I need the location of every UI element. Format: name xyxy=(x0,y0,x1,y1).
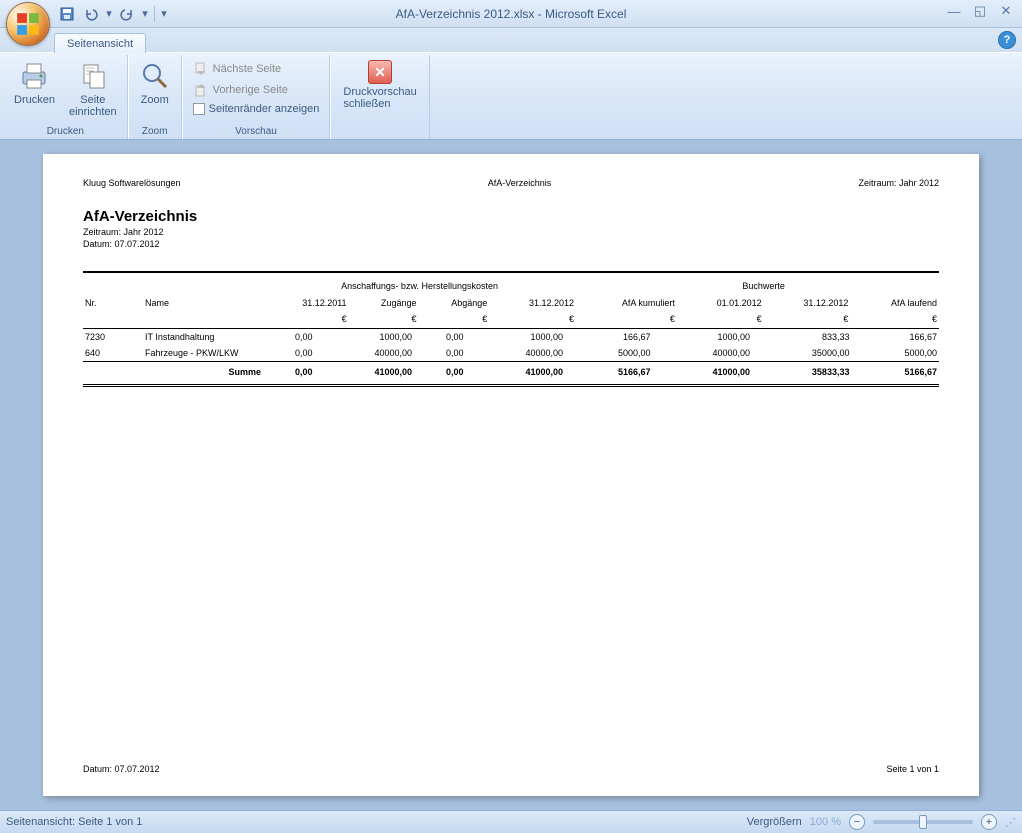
window-controls: — ◱ ✕ xyxy=(942,2,1018,20)
zoom-out-button[interactable]: − xyxy=(849,814,865,830)
col-bw-end: 31.12.2012 xyxy=(764,294,851,311)
rule-bottom xyxy=(83,384,939,387)
col-end: 31.12.2012 xyxy=(489,294,576,311)
save-button[interactable] xyxy=(56,3,78,25)
table-row: 7230 IT Instandhaltung 0,00 1000,00 0,00… xyxy=(83,329,939,345)
ribbon-group-print: Drucken Seiteeinrichten Drucken xyxy=(4,55,128,139)
preview-page: Kluug Softwarelösungen AfA-Verzeichnis Z… xyxy=(43,154,979,796)
col-group-bookvalue: Buchwerte xyxy=(677,275,851,294)
page-footer-right: Seite 1 von 1 xyxy=(886,764,939,774)
quick-access-toolbar: ▾ ▾ ▾ xyxy=(56,3,169,25)
print-label: Drucken xyxy=(14,94,55,106)
save-icon xyxy=(60,7,74,21)
page-header: Kluug Softwarelösungen AfA-Verzeichnis Z… xyxy=(83,178,939,188)
zoom-slider[interactable] xyxy=(873,820,973,824)
statusbar: Seitenansicht: Seite 1 von 1 Vergrößern … xyxy=(0,810,1022,833)
prev-page-icon xyxy=(193,82,209,98)
table-row: 640 Fahrzeuge - PKW/LKW 0,00 40000,00 0,… xyxy=(83,345,939,361)
close-icon: ✕ xyxy=(368,60,392,84)
page-footer: Datum: 07.07.2012 Seite 1 von 1 xyxy=(83,764,939,774)
undo-icon xyxy=(84,7,98,21)
status-page-indicator: Seitenansicht: Seite 1 von 1 xyxy=(6,816,142,828)
close-button[interactable]: ✕ xyxy=(994,2,1018,20)
zoom-button[interactable]: Zoom xyxy=(133,57,177,125)
col-zug: Zugänge xyxy=(349,294,419,311)
page-header-center: AfA-Verzeichnis xyxy=(488,178,552,188)
checkbox-icon xyxy=(193,103,205,115)
close-preview-label: Druckvorschauschließen xyxy=(343,86,416,110)
page-setup-label: Seiteeinrichten xyxy=(69,94,117,118)
zoom-label: Zoom xyxy=(141,94,169,106)
page-footer-left: Datum: 07.07.2012 xyxy=(83,764,160,774)
printer-icon xyxy=(18,60,50,92)
report-date: Datum: 07.07.2012 xyxy=(83,239,939,249)
group-label-zoom: Zoom xyxy=(133,125,177,139)
office-button[interactable] xyxy=(6,2,50,46)
titlebar: ▾ ▾ ▾ AfA-Verzeichnis 2012.xlsx - Micros… xyxy=(0,0,1022,28)
ribbon-group-preview: Nächste Seite Vorherige Seite Seitenränd… xyxy=(182,55,331,139)
prev-page-label: Vorherige Seite xyxy=(213,84,288,96)
undo-button[interactable] xyxy=(80,3,102,25)
prev-page-button: Vorherige Seite xyxy=(189,80,324,100)
zoom-slider-thumb[interactable] xyxy=(919,815,927,829)
group-label-preview: Vorschau xyxy=(187,125,326,139)
next-page-label: Nächste Seite xyxy=(213,63,281,75)
tab-print-preview[interactable]: Seitenansicht xyxy=(54,33,146,53)
redo-button[interactable] xyxy=(116,3,138,25)
office-logo-icon xyxy=(15,11,41,37)
page-setup-icon xyxy=(77,60,109,92)
next-page-icon xyxy=(193,61,209,77)
show-margins-label: Seitenränder anzeigen xyxy=(209,103,320,115)
help-button[interactable]: ? xyxy=(998,31,1016,49)
col-bw-start: 01.01.2012 xyxy=(677,294,764,311)
col-nr: Nr. xyxy=(83,294,143,311)
col-name: Name xyxy=(143,294,263,311)
group-label-close xyxy=(335,125,424,139)
col-afalauf: AfA laufend xyxy=(850,294,939,311)
ribbon-tabbar: Seitenansicht ? xyxy=(0,28,1022,52)
qat-separator xyxy=(154,6,155,22)
redo-dropdown[interactable]: ▾ xyxy=(140,7,150,20)
next-page-button: Nächste Seite xyxy=(189,59,324,79)
report-table: Anschaffungs- bzw. Herstellungskosten Bu… xyxy=(83,271,939,387)
qat-customize-dropdown[interactable]: ▾ xyxy=(159,7,169,20)
ribbon: Drucken Seiteeinrichten Drucken Zoom Zoo… xyxy=(0,52,1022,140)
report-period: Zeitraum: Jahr 2012 xyxy=(83,227,939,237)
show-margins-checkbox[interactable]: Seitenränder anzeigen xyxy=(189,101,324,117)
ribbon-group-zoom: Zoom Zoom xyxy=(128,55,182,139)
resize-grip-icon[interactable]: ⋰ xyxy=(1005,816,1016,829)
status-zoom-hint: Vergrößern xyxy=(747,816,802,828)
report-title: AfA-Verzeichnis xyxy=(83,208,939,225)
close-preview-button[interactable]: ✕ Druckvorschauschließen xyxy=(335,57,424,125)
page-setup-button[interactable]: Seiteeinrichten xyxy=(63,57,123,125)
col-abg: Abgänge xyxy=(418,294,489,311)
magnifier-icon xyxy=(139,60,171,92)
restore-button[interactable]: ◱ xyxy=(968,2,992,20)
undo-dropdown[interactable]: ▾ xyxy=(104,7,114,20)
page-header-right: Zeitraum: Jahr 2012 xyxy=(858,178,939,188)
col-start: 31.12.2011 xyxy=(263,294,349,311)
minimize-button[interactable]: — xyxy=(942,2,966,20)
redo-icon xyxy=(120,7,134,21)
col-afakum: AfA kumuliert xyxy=(576,294,677,311)
ribbon-group-close: ✕ Druckvorschauschließen xyxy=(330,55,429,139)
status-zoom-level[interactable]: 100 % xyxy=(810,816,841,828)
page-header-left: Kluug Softwarelösungen xyxy=(83,178,181,188)
group-label-print: Drucken xyxy=(8,125,123,139)
zoom-in-button[interactable]: + xyxy=(981,814,997,830)
print-button[interactable]: Drucken xyxy=(8,57,61,125)
sum-row: Summe 0,00 41000,00 0,00 41000,00 5166,6… xyxy=(83,362,939,382)
rule-top xyxy=(83,271,939,273)
preview-workspace[interactable]: Kluug Softwarelösungen AfA-Verzeichnis Z… xyxy=(0,140,1022,810)
col-group-acquisition: Anschaffungs- bzw. Herstellungskosten xyxy=(263,275,576,294)
